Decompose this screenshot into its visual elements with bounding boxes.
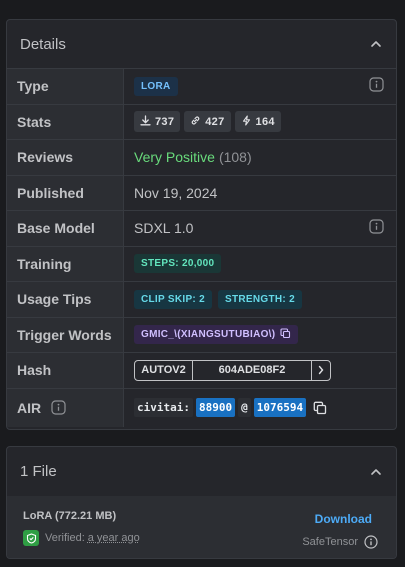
files-title: 1 File — [20, 463, 57, 480]
downloads-badge: 737 — [134, 111, 181, 133]
bolt-icon — [241, 115, 252, 129]
details-header[interactable]: Details — [7, 20, 396, 69]
generations-badge: 427 — [184, 111, 231, 133]
hash-box[interactable]: AUTOV2 604ADE08F2 — [134, 359, 331, 381]
detail-row-type: Type LORA — [7, 69, 396, 105]
files-panel: 1 File LoRA (772.21 MB) Download Verifie… — [6, 446, 397, 559]
copy-icon[interactable] — [313, 401, 327, 415]
row-label: Published — [7, 175, 124, 210]
row-label: Usage Tips — [7, 282, 124, 317]
air-model-id: 88900 — [195, 398, 236, 417]
info-icon[interactable] — [51, 400, 66, 415]
boosts-badge: 164 — [234, 111, 281, 133]
detail-row-trigger-words: Trigger Words GMIC_\(XIANGSUTUBIAO\) — [7, 317, 396, 353]
trigger-word-badge[interactable]: GMIC_\(XIANGSUTUBIAO\) — [134, 325, 299, 345]
link-icon — [190, 115, 201, 129]
download-link[interactable]: Download — [315, 512, 372, 526]
published-date: Nov 19, 2024 — [134, 184, 218, 201]
review-count: (108) — [218, 149, 252, 166]
air-prefix: civitai: — [134, 398, 193, 417]
files-header[interactable]: 1 File — [7, 447, 396, 496]
detail-row-air: AIR civitai: 88900 @ 1076594 — [7, 388, 396, 427]
copy-icon[interactable] — [280, 328, 291, 342]
row-label: Hash — [7, 353, 124, 388]
type-badge: LORA — [134, 76, 178, 96]
info-icon[interactable] — [364, 535, 378, 549]
shield-check-icon — [23, 530, 39, 546]
chevron-up-icon[interactable] — [369, 37, 383, 51]
row-label: Stats — [7, 104, 124, 139]
row-label: AIR — [17, 399, 42, 416]
air-at: @ — [238, 398, 251, 417]
details-title: Details — [20, 35, 66, 53]
row-label: Reviews — [7, 140, 124, 175]
row-label: Type — [7, 69, 124, 104]
detail-row-base-model: Base Model SDXL 1.0 — [7, 211, 396, 247]
hash-value[interactable]: 604ADE08F2 — [192, 360, 311, 380]
verified-label: Verified: — [45, 532, 85, 544]
verified-date: a year ago — [87, 532, 140, 544]
detail-row-published: Published Nov 19, 2024 — [7, 175, 396, 211]
file-item: LoRA (772.21 MB) Download Verified: a ye… — [7, 496, 396, 558]
steps-badge: STEPS: 20,000 — [134, 254, 222, 274]
base-model-value: SDXL 1.0 — [134, 220, 194, 237]
detail-row-hash: Hash AUTOV2 604ADE08F2 — [7, 353, 396, 389]
strength-badge: STRENGTH: 2 — [218, 289, 302, 309]
air-version-id: 1076594 — [253, 398, 307, 417]
row-label: Training — [7, 246, 124, 281]
download-icon — [140, 115, 151, 129]
air-identifier[interactable]: civitai: 88900 @ 1076594 — [134, 398, 327, 417]
row-label: Base Model — [7, 211, 124, 246]
chevron-up-icon[interactable] — [369, 465, 383, 479]
info-icon[interactable] — [369, 219, 384, 237]
review-sentiment[interactable]: Very Positive — [134, 149, 215, 165]
row-label: Trigger Words — [7, 317, 124, 352]
info-icon[interactable] — [369, 77, 384, 95]
detail-row-reviews: Reviews Very Positive (108) — [7, 140, 396, 176]
detail-row-stats: Stats 737 427 164 — [7, 104, 396, 140]
hash-algorithm[interactable]: AUTOV2 — [135, 361, 192, 380]
clip-skip-badge: CLIP SKIP: 2 — [134, 289, 212, 309]
detail-row-training: Training STEPS: 20,000 — [7, 246, 396, 282]
details-panel: Details Type LORA Stats 737 427 164 Revi… — [6, 19, 397, 430]
chevron-right-icon[interactable] — [311, 360, 330, 380]
file-format-label: SafeTensor — [302, 536, 358, 548]
file-format: SafeTensor — [302, 535, 378, 549]
detail-row-usage-tips: Usage Tips CLIP SKIP: 2 STRENGTH: 2 — [7, 282, 396, 318]
